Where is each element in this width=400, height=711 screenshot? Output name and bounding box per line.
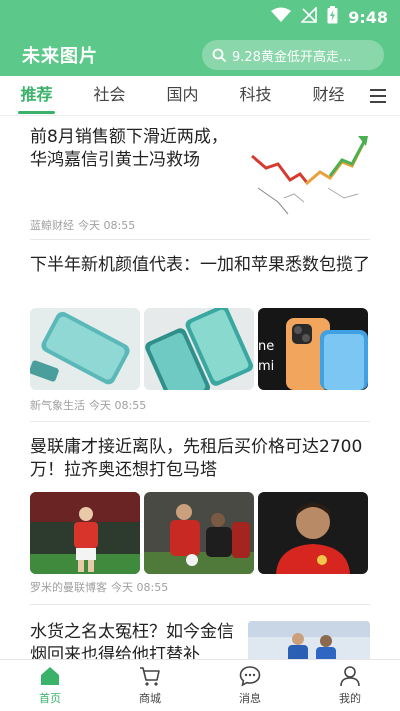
bottom-navigation: 首页 商城 消息 我的 [0, 659, 400, 711]
football-match-photo [248, 621, 370, 659]
nav-profile-label: 我的 [339, 692, 361, 705]
status-time: 9:48 [348, 7, 388, 27]
news-title: 曼联庸才接近离队，先租后买价格可达2700万！拉齐奥还想打包马塔 [30, 437, 363, 480]
nav-mall-label: 商城 [139, 692, 161, 705]
search-input[interactable]: 9.28黄金低开高走... [202, 40, 384, 70]
green-phone-angle-photo [144, 308, 254, 390]
news-item[interactable]: 水货之名太冤枉？如今金信烟回来也得给他打替补 [30, 605, 370, 659]
player-red-kit-photo [30, 492, 140, 574]
news-image-row: ne mi [30, 308, 368, 390]
tab-society[interactable]: 社会 [73, 76, 146, 116]
tab-menu-icon[interactable] [370, 88, 386, 103]
signal-off-icon [300, 6, 318, 27]
tab-finance[interactable]: 财经 [292, 76, 365, 116]
news-image-row [30, 492, 368, 574]
tab-domestic[interactable]: 国内 [146, 76, 219, 116]
status-bar: 9:48 [0, 0, 400, 34]
cart-icon [140, 667, 160, 686]
news-time: 今天 08:55 [89, 399, 147, 412]
battery-charging-icon [327, 6, 338, 28]
nav-mall[interactable]: 商城 [100, 660, 200, 711]
news-meta: 罗米的曼联博客 今天 08:55 [30, 579, 168, 595]
news-source: 新气象生活 [30, 399, 85, 412]
news-title: 前8月销售额下滑近两成，华鸿嘉信引黄士冯救场 [30, 127, 228, 170]
news-source: 罗米的曼联博客 [30, 581, 107, 594]
search-placeholder: 9.28黄金低开高走... [232, 49, 352, 65]
nav-home[interactable]: 首页 [0, 660, 100, 711]
nav-home-label: 首页 [39, 692, 61, 705]
news-meta: 新气象生活 今天 08:55 [30, 397, 146, 413]
news-item[interactable]: 前8月销售额下滑近两成，华鸿嘉信引黄士冯救场 蓝鲸财经 今天 08:55 [30, 116, 370, 240]
svg-text:mi: mi [258, 359, 274, 374]
nav-messages[interactable]: 消息 [200, 660, 300, 711]
news-item[interactable]: 下半年新机颜值代表：一加和苹果悉数包揽了 ne mi 新气象生活 今天 08:5… [30, 240, 370, 422]
news-item[interactable]: 曼联庸才接近离队，先租后买价格可达2700万！拉齐奥还想打包马塔 罗米的曼联博客… [30, 422, 370, 605]
news-time: 今天 08:55 [78, 219, 136, 232]
tab-recommend[interactable]: 推荐 [0, 76, 73, 116]
players-discussion-photo [144, 492, 254, 574]
nav-profile[interactable]: 我的 [300, 660, 400, 711]
svg-text:ne: ne [258, 339, 274, 354]
search-icon [212, 48, 226, 62]
news-source: 蓝鲸财经 [30, 219, 74, 232]
green-phone-front-photo [30, 308, 140, 390]
news-meta: 蓝鲸财经 今天 08:55 [30, 217, 135, 233]
news-feed[interactable]: 前8月销售额下滑近两成，华鸿嘉信引黄士冯救场 蓝鲸财经 今天 08:55 下半年新… [0, 116, 400, 659]
news-title: 下半年新机颜值代表：一加和苹果悉数包揽了 [30, 255, 370, 275]
iphone-orange-blue-photo: ne mi [258, 308, 368, 390]
nav-messages-label: 消息 [239, 692, 261, 705]
category-tabs: 推荐 社会 国内 科技 财经 [0, 76, 400, 116]
message-icon [239, 666, 261, 687]
app-bar: 未来图片 9.28黄金低开高走... [0, 34, 400, 76]
wifi-icon [271, 7, 292, 27]
news-time: 今天 08:55 [111, 581, 169, 594]
player-portrait-photo [258, 492, 368, 574]
stock-chart-thumbnail [248, 128, 370, 216]
app-logo: 未来图片 [22, 46, 98, 67]
tab-tech[interactable]: 科技 [219, 76, 292, 116]
user-icon [340, 666, 360, 687]
news-title: 水货之名太冤枉？如今金信烟回来也得给他打替补 [30, 622, 234, 659]
home-icon [41, 667, 59, 685]
